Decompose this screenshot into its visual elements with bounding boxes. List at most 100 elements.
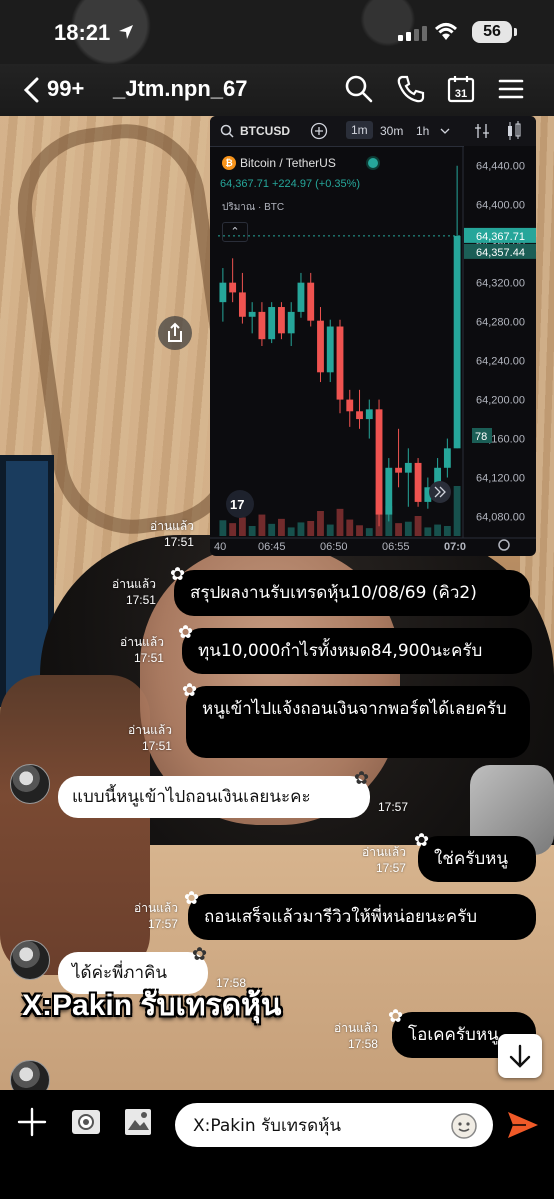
candle-body xyxy=(317,320,324,373)
menu-icon[interactable] xyxy=(496,74,526,104)
send-icon[interactable] xyxy=(506,1110,540,1140)
volume-bar xyxy=(278,518,285,536)
calendar-icon[interactable]: 31 xyxy=(446,74,476,104)
message-bubble-sent[interactable]: ถอนเสร็จแล้วมารีวิวให้พี่หน่อยนะครับ xyxy=(188,894,536,940)
message-time: 17:51 xyxy=(163,535,194,549)
read-label: อ่านแล้ว xyxy=(112,577,156,591)
message-time: 17:57 xyxy=(378,800,409,814)
emoji-sticker-icon[interactable] xyxy=(450,1112,478,1140)
candle-body xyxy=(414,462,422,502)
calendar-day: 31 xyxy=(455,88,467,100)
candle-body xyxy=(375,409,383,515)
volume-tag: 78 xyxy=(475,431,487,443)
message-text: หนูเข้าไปแจ้งถอนเงินจากพอร์ตได้เลยครับ xyxy=(202,699,507,719)
candle-body xyxy=(336,326,344,400)
read-label: อ่านแล้ว xyxy=(362,845,406,859)
sparkle-icon: ✿ xyxy=(354,768,370,789)
plus-icon[interactable] xyxy=(16,1106,48,1138)
sparkle-icon: ✿ xyxy=(170,564,186,585)
read-receipt: อ่านแล้ว 17:57 xyxy=(134,900,178,932)
image-icon[interactable] xyxy=(122,1106,154,1138)
candlestick-plot: 64,440.0064,400.0064,360.0064,320.0064,2… xyxy=(210,146,536,553)
message-time: 17:51 xyxy=(133,651,164,665)
candle-body xyxy=(365,409,373,420)
cellular-signal-icon xyxy=(398,26,427,41)
volume-bar xyxy=(287,527,295,536)
message-text: ถอนเสร็จแล้วมารีวิวให้พี่หน่อยนะครับ xyxy=(204,907,478,927)
sparkle-icon: ✿ xyxy=(192,944,208,965)
message-time: 17:58 xyxy=(347,1037,378,1051)
chart-settings-gear-icon xyxy=(498,539,510,551)
volume-bar xyxy=(404,521,412,536)
volume-bar xyxy=(434,524,442,536)
phone-icon[interactable] xyxy=(396,74,426,104)
message-composer xyxy=(0,1090,554,1199)
message-bubble-sent[interactable]: สรุปผลงานรับเทรดหุ้น10/08/69 (คิว2) xyxy=(174,570,530,616)
candle-body xyxy=(297,282,305,312)
trading-chart-screenshot[interactable]: BTCUSD 1m 30m 1h ₿ Bitcoin / TetherUS 64… xyxy=(210,116,536,556)
time-tick-label: 40 xyxy=(214,541,226,553)
candle-body xyxy=(238,292,246,317)
candle-body xyxy=(219,282,227,303)
price-tick-label: 64,320.00 xyxy=(476,278,525,290)
time-tick-label: 07:0 xyxy=(444,541,466,553)
arrow-down-icon xyxy=(509,1044,531,1068)
volume-bar xyxy=(229,523,237,536)
back-chevron-icon[interactable] xyxy=(22,77,40,103)
contact-avatar[interactable] xyxy=(10,764,50,804)
candle-body xyxy=(307,282,315,321)
sparkle-icon: ✿ xyxy=(182,680,198,701)
last-price-tag: 64,367.71 xyxy=(476,231,525,243)
price-tick-label: 64,240.00 xyxy=(476,356,525,368)
candle-body xyxy=(326,326,334,373)
contact-avatar[interactable] xyxy=(10,940,50,980)
message-bubble-sent[interactable]: หนูเข้าไปแจ้งถอนเงินจากพอร์ตได้เลยครับ xyxy=(186,686,530,758)
read-receipt: อ่านแล้ว 17:51 xyxy=(120,634,164,666)
message-bubble-sent[interactable]: ใช่ครับหนู xyxy=(418,836,536,882)
volume-bar xyxy=(395,523,402,536)
read-receipt: อ่านแล้ว 17:51 xyxy=(112,576,156,608)
sparkle-icon: ✿ xyxy=(414,830,430,851)
location-arrow-icon xyxy=(119,25,133,39)
read-receipt: อ่านแล้ว 17:58 xyxy=(334,1020,378,1052)
search-icon[interactable] xyxy=(344,74,374,104)
volume-bar xyxy=(317,511,324,536)
read-label: อ่านแล้ว xyxy=(120,635,164,649)
read-receipt: อ่านแล้ว 17:51 xyxy=(150,518,194,550)
volume-bar xyxy=(219,520,227,536)
volume-bar xyxy=(365,528,373,536)
candle-body xyxy=(229,282,237,293)
message-text: ใช่ครับหนู xyxy=(434,849,508,869)
candle-body xyxy=(248,311,256,317)
read-label: อ่านแล้ว xyxy=(150,519,194,533)
candle-body xyxy=(443,448,451,468)
candle-body xyxy=(346,399,354,412)
candle-body xyxy=(404,462,412,473)
price-tick-label: 64,120.00 xyxy=(476,473,525,485)
price-tick-label: 64,400.00 xyxy=(476,200,525,212)
message-input[interactable] xyxy=(175,1103,493,1147)
overlay-caption: X:Pakin รับเทรดหุ้น xyxy=(22,989,282,1022)
status-bar: 18:21 56 xyxy=(0,0,554,64)
message-text: โอเคครับหนู xyxy=(408,1025,499,1045)
time-tick-label: 06:55 xyxy=(382,541,410,553)
volume-bar xyxy=(238,517,246,536)
time-tick-label: 06:50 xyxy=(320,541,348,553)
scroll-to-bottom-button[interactable] xyxy=(498,1034,542,1078)
sparkle-icon: ✿ xyxy=(178,622,194,643)
message-text: สรุปผลงานรับเทรดหุ้น10/08/69 (คิว2) xyxy=(190,583,477,603)
read-receipt: อ่านแล้ว 17:51 xyxy=(128,722,172,754)
candle-body xyxy=(453,235,461,449)
chat-title[interactable]: _Jtm.npn_67 xyxy=(113,76,248,102)
camera-icon[interactable] xyxy=(70,1106,102,1138)
volume-bar xyxy=(356,525,363,536)
volume-bar xyxy=(248,526,256,536)
battery-indicator: 56 xyxy=(472,21,517,43)
message-bubble-received[interactable]: แบบนี้หนูเข้าไปถอนเงินเลยนะคะ xyxy=(58,776,370,818)
message-bubble-sent[interactable]: ทุน10,000กำไรทั้งหมด84,900นะครับ xyxy=(182,628,532,674)
message-time: 17:57 xyxy=(147,917,178,931)
unread-count[interactable]: 99+ xyxy=(47,76,84,102)
read-label: อ่านแล้ว xyxy=(334,1021,378,1035)
price-tick-label: 64,440.00 xyxy=(476,161,525,173)
share-button[interactable] xyxy=(158,316,192,350)
